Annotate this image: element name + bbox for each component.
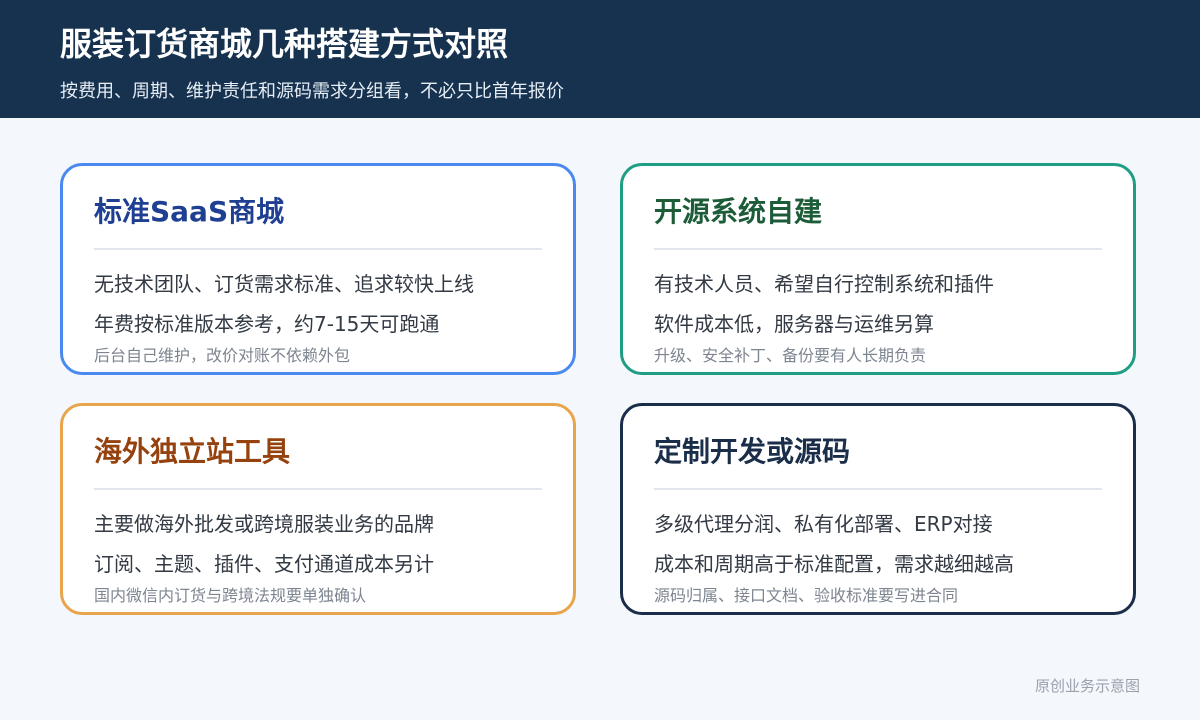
card-note: 源码归属、接口文档、验收标准要写进合同 [654, 586, 959, 605]
card-title: 标准SaaS商城 [94, 195, 285, 228]
card-open-source: 开源系统自建 有技术人员、希望自行控制系统和插件 软件成本低，服务器与运维另算 … [620, 163, 1136, 375]
card-title: 定制开发或源码 [654, 435, 851, 468]
card-line: 有技术人员、希望自行控制系统和插件 [654, 272, 994, 296]
card-line: 多级代理分润、私有化部署、ERP对接 [654, 512, 993, 536]
card-standard-saas: 标准SaaS商城 无技术团队、订货需求标准、追求较快上线 年费按标准版本参考，约… [60, 163, 576, 375]
card-overseas-store: 海外独立站工具 主要做海外批发或跨境服装业务的品牌 订阅、主题、插件、支付通道成… [60, 403, 576, 615]
card-line: 软件成本低，服务器与运维另算 [654, 312, 934, 336]
footer-note: 原创业务示意图 [1034, 677, 1140, 695]
card-line: 成本和周期高于标准配置，需求越细越高 [654, 552, 1014, 576]
card-custom-development: 定制开发或源码 多级代理分润、私有化部署、ERP对接 成本和周期高于标准配置，需… [620, 403, 1136, 615]
card-title: 开源系统自建 [654, 195, 823, 228]
card-divider [94, 488, 542, 490]
page-subtitle: 按费用、周期、维护责任和源码需求分组看，不必只比首年报价 [60, 81, 564, 102]
card-line: 年费按标准版本参考，约7-15天可跑通 [94, 312, 440, 336]
card-divider [654, 488, 1102, 490]
card-note: 升级、安全补丁、备份要有人长期负责 [654, 346, 927, 365]
header-banner: 服装订货商城几种搭建方式对照 按费用、周期、维护责任和源码需求分组看，不必只比首… [0, 0, 1200, 118]
card-divider [654, 248, 1102, 250]
card-divider [94, 248, 542, 250]
card-note: 国内微信内订货与跨境法规要单独确认 [94, 586, 367, 605]
card-line: 无技术团队、订货需求标准、追求较快上线 [94, 272, 474, 296]
page-title: 服装订货商城几种搭建方式对照 [60, 25, 509, 63]
card-title: 海外独立站工具 [94, 435, 291, 468]
card-line: 订阅、主题、插件、支付通道成本另计 [94, 552, 434, 576]
card-note: 后台自己维护，改价对账不依赖外包 [94, 346, 351, 365]
card-line: 主要做海外批发或跨境服装业务的品牌 [94, 512, 434, 536]
